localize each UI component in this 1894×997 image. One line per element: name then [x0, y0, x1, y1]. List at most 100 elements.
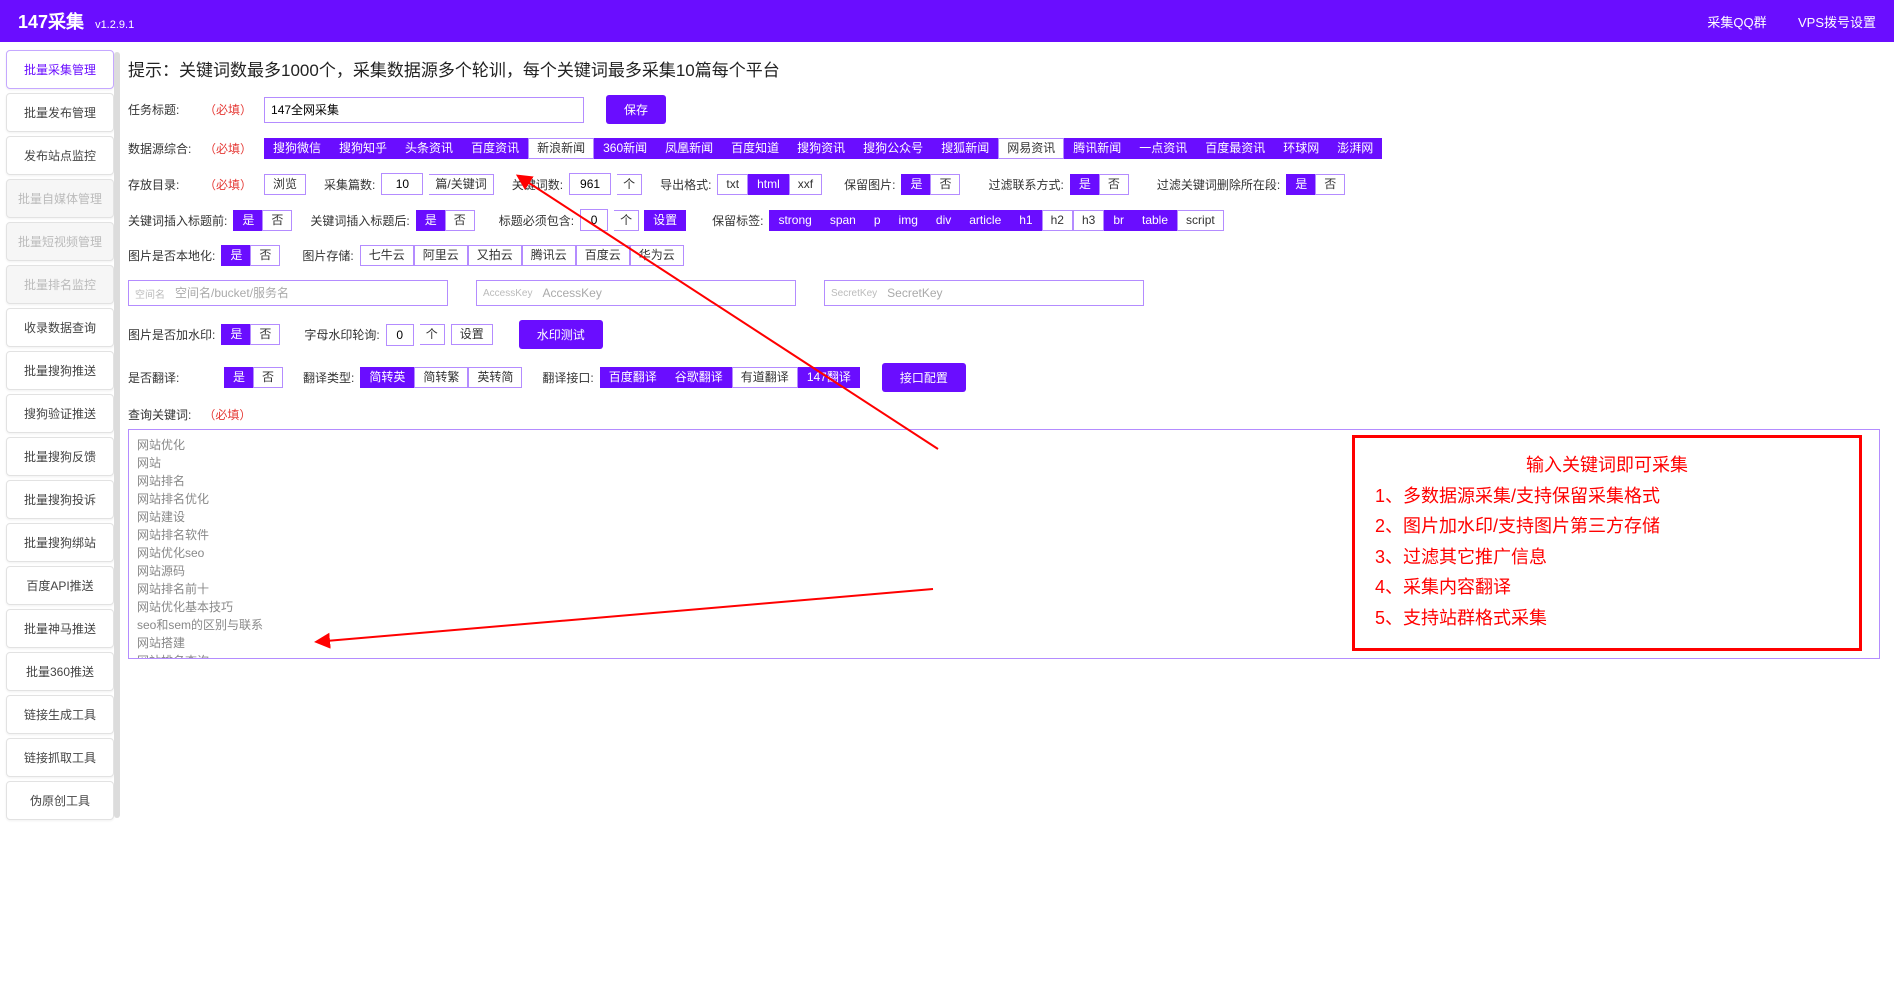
html-tag-9[interactable]: br: [1104, 210, 1133, 231]
html-tag-11[interactable]: script: [1177, 210, 1224, 231]
html-tag-2[interactable]: p: [865, 210, 890, 231]
row-store: 存放目录: （必填） 浏览 采集篇数: 篇/关键词 关键词数: 个 导出格式: …: [128, 173, 1880, 195]
sidebar-item-5: 批量排名监控: [6, 265, 114, 304]
source-tag-3[interactable]: 百度资讯: [462, 138, 528, 159]
app-header: 147采集 v1.2.9.1 采集QQ群 VPS拨号设置: [0, 0, 1894, 42]
source-tag-1[interactable]: 搜狗知乎: [330, 138, 396, 159]
save-button[interactable]: 保存: [606, 95, 666, 124]
sidebar-item-17[interactable]: 伪原创工具: [6, 781, 114, 820]
sidebar-item-11[interactable]: 批量搜狗绑站: [6, 523, 114, 562]
alpha-wm-set-button[interactable]: 设置: [451, 324, 493, 345]
label-translate: 是否翻译:: [128, 369, 192, 386]
sidebar-item-13[interactable]: 批量神马推送: [6, 609, 114, 648]
source-tag-0[interactable]: 搜狗微信: [264, 138, 330, 159]
img-store-tag-0[interactable]: 七牛云: [360, 245, 414, 266]
kw-count-input[interactable]: [569, 173, 611, 195]
row-kw-insert: 关键词插入标题前: 是否 关键词插入标题后: 是否 标题必须包含: 个设置 保留…: [128, 209, 1880, 231]
format-tag-0[interactable]: txt: [717, 174, 748, 195]
label-del-line: 过滤关键词删除所在段:: [1157, 176, 1280, 193]
img-store-tag-1[interactable]: 阿里云: [414, 245, 468, 266]
trans-type-tag-0[interactable]: 简转英: [360, 367, 414, 388]
del-line-toggle[interactable]: 是否: [1286, 174, 1345, 195]
html-tag-5[interactable]: article: [960, 210, 1010, 231]
browse-button[interactable]: 浏览: [264, 174, 306, 195]
img-store-tag-2[interactable]: 又拍云: [468, 245, 522, 266]
task-title-input[interactable]: [264, 97, 584, 123]
trans-api-tag-3[interactable]: 147翻译: [798, 367, 860, 388]
html-tag-4[interactable]: div: [927, 210, 960, 231]
label-trans-api: 翻译接口:: [542, 369, 593, 386]
source-tag-6[interactable]: 凤凰新闻: [656, 138, 722, 159]
sidebar-item-6[interactable]: 收录数据查询: [6, 308, 114, 347]
img-local-toggle[interactable]: 是否: [221, 245, 280, 266]
bucket-input[interactable]: [171, 281, 447, 305]
accesskey-input[interactable]: [538, 281, 795, 305]
link-vps-dial[interactable]: VPS拨号设置: [1798, 15, 1876, 30]
count-input[interactable]: [381, 173, 423, 195]
label-img-local: 图片是否本地化:: [128, 247, 215, 264]
title-must-input[interactable]: [580, 209, 608, 231]
sidebar-item-16[interactable]: 链接抓取工具: [6, 738, 114, 777]
format-tag-2[interactable]: xxf: [789, 174, 822, 195]
trans-api-tag-0[interactable]: 百度翻译: [600, 367, 666, 388]
keywords-textarea[interactable]: [128, 429, 1880, 659]
source-tag-13[interactable]: 一点资讯: [1130, 138, 1196, 159]
watermark-toggle[interactable]: 是否: [221, 324, 280, 345]
source-tag-12[interactable]: 腾讯新闻: [1064, 138, 1130, 159]
source-tag-15[interactable]: 环球网: [1274, 138, 1328, 159]
secretkey-input[interactable]: [883, 281, 1143, 305]
html-tag-8[interactable]: h3: [1073, 210, 1104, 231]
translate-toggle[interactable]: 是否: [224, 367, 283, 388]
html-tag-0[interactable]: strong: [769, 210, 820, 231]
html-tag-3[interactable]: img: [890, 210, 927, 231]
accesskey-field[interactable]: AccessKey: [476, 280, 796, 306]
source-tag-2[interactable]: 头条资讯: [396, 138, 462, 159]
source-tag-7[interactable]: 百度知道: [722, 138, 788, 159]
sidebar-item-8[interactable]: 搜狗验证推送: [6, 394, 114, 433]
sidebar-item-9[interactable]: 批量搜狗反馈: [6, 437, 114, 476]
required-mark: （必填）: [203, 406, 251, 423]
source-tag-11[interactable]: 网易资讯: [998, 138, 1064, 159]
bucket-field[interactable]: 空间名: [128, 280, 448, 306]
keep-img-toggle[interactable]: 是否: [901, 174, 960, 195]
alpha-wm-input[interactable]: [386, 324, 414, 346]
watermark-test-button[interactable]: 水印测试: [519, 320, 603, 349]
html-tag-7[interactable]: h2: [1042, 210, 1073, 231]
source-tag-5[interactable]: 360新闻: [594, 138, 656, 159]
trans-type-tag-2[interactable]: 英转简: [468, 367, 522, 388]
source-tag-8[interactable]: 搜狗资讯: [788, 138, 854, 159]
kw-after-toggle[interactable]: 是否: [416, 210, 475, 231]
api-config-button[interactable]: 接口配置: [882, 363, 966, 392]
secretkey-field[interactable]: SecretKey: [824, 280, 1144, 306]
html-tag-10[interactable]: table: [1133, 210, 1177, 231]
source-tag-9[interactable]: 搜狗公众号: [854, 138, 932, 159]
source-tag-10[interactable]: 搜狐新闻: [932, 138, 998, 159]
source-tag-4[interactable]: 新浪新闻: [528, 138, 594, 159]
format-tag-1[interactable]: html: [748, 174, 789, 195]
source-tag-14[interactable]: 百度最资讯: [1196, 138, 1274, 159]
sidebar-item-0[interactable]: 批量采集管理: [6, 50, 114, 89]
kw-count-unit: 个: [617, 174, 642, 195]
sidebar-item-14[interactable]: 批量360推送: [6, 652, 114, 691]
sidebar-item-1[interactable]: 批量发布管理: [6, 93, 114, 132]
img-store-tag-4[interactable]: 百度云: [576, 245, 630, 266]
title-must-set-button[interactable]: 设置: [644, 210, 686, 231]
sidebar-item-15[interactable]: 链接生成工具: [6, 695, 114, 734]
trans-api-tag-1[interactable]: 谷歌翻译: [666, 367, 732, 388]
img-store-tag-5[interactable]: 华为云: [630, 245, 684, 266]
sidebar-item-7[interactable]: 批量搜狗推送: [6, 351, 114, 390]
html-tag-1[interactable]: span: [821, 210, 865, 231]
html-tag-6[interactable]: h1: [1010, 210, 1041, 231]
trans-type-tag-1[interactable]: 简转繁: [414, 367, 468, 388]
link-qq-group[interactable]: 采集QQ群: [1707, 15, 1766, 30]
row-cloud-inputs: 空间名 AccessKey SecretKey: [128, 280, 1880, 306]
img-store-tag-3[interactable]: 腾讯云: [522, 245, 576, 266]
sidebar-item-10[interactable]: 批量搜狗投诉: [6, 480, 114, 519]
filter-contact-toggle[interactable]: 是否: [1070, 174, 1129, 195]
trans-api-tag-2[interactable]: 有道翻译: [732, 367, 798, 388]
sidebar-item-12[interactable]: 百度API推送: [6, 566, 114, 605]
sidebar-item-2[interactable]: 发布站点监控: [6, 136, 114, 175]
label-keep-tags: 保留标签:: [712, 212, 763, 229]
source-tag-16[interactable]: 澎湃网: [1328, 138, 1382, 159]
kw-before-toggle[interactable]: 是否: [233, 210, 292, 231]
